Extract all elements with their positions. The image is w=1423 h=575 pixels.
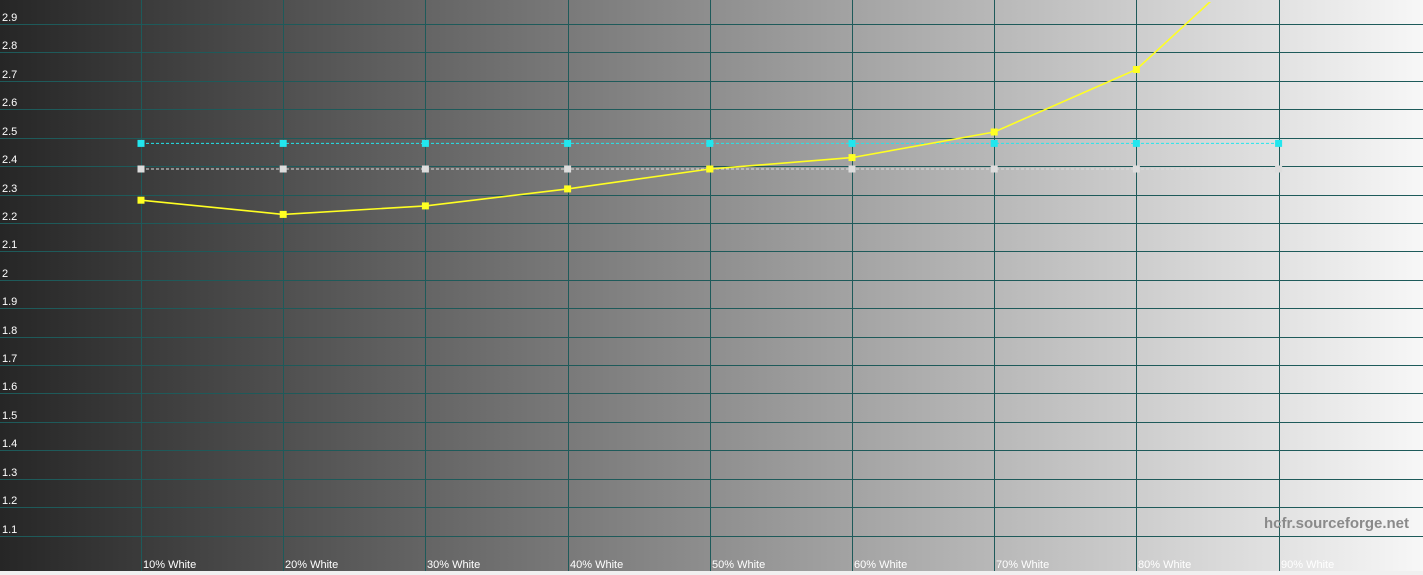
x-category-label: 20% White xyxy=(285,559,338,571)
data-point xyxy=(279,210,287,218)
data-point xyxy=(137,165,145,173)
y-tick-label: 2.4 xyxy=(2,154,17,166)
data-point xyxy=(279,139,287,147)
y-tick-label: 2.2 xyxy=(2,211,17,223)
data-point xyxy=(421,165,429,173)
data-point xyxy=(564,185,572,193)
x-category-label: 90% White xyxy=(1281,559,1334,571)
y-tick-label: 1.3 xyxy=(2,467,17,479)
data-point xyxy=(564,139,572,147)
data-point xyxy=(279,165,287,173)
data-point xyxy=(564,165,572,173)
data-point xyxy=(1275,139,1283,147)
data-point xyxy=(421,139,429,147)
y-tick-label: 1.5 xyxy=(2,410,17,422)
y-tick-label: 2 xyxy=(2,268,8,280)
x-category-label: 40% White xyxy=(570,559,623,571)
y-tick-label: 1.9 xyxy=(2,296,17,308)
x-category-label: 50% White xyxy=(712,559,765,571)
data-point xyxy=(706,165,714,173)
y-tick-label: 2.5 xyxy=(2,126,17,138)
y-tick-label: 2.8 xyxy=(2,40,17,52)
watermark: hcfr.sourceforge.net xyxy=(1264,515,1409,532)
data-point xyxy=(1132,139,1140,147)
x-category-label: 10% White xyxy=(143,559,196,571)
data-point xyxy=(990,165,998,173)
data-point xyxy=(848,165,856,173)
data-point xyxy=(1132,66,1140,73)
plot-background xyxy=(0,0,1423,575)
data-point xyxy=(1132,165,1140,173)
y-tick-label: 2.3 xyxy=(2,183,17,195)
data-point xyxy=(848,139,856,147)
y-tick-label: 1.7 xyxy=(2,353,17,365)
x-category-label: 60% White xyxy=(854,559,907,571)
x-category-label: 70% White xyxy=(996,559,1049,571)
data-point xyxy=(137,196,145,204)
x-category-label: 80% White xyxy=(1138,559,1191,571)
y-tick-label: 2.6 xyxy=(2,97,17,109)
y-tick-label: 1.1 xyxy=(2,524,17,536)
y-tick-label: 1.2 xyxy=(2,495,17,507)
y-tick-label: 1.6 xyxy=(2,381,17,393)
data-point xyxy=(706,139,714,147)
y-tick-label: 1.8 xyxy=(2,325,17,337)
gamma-chart: 2.9 2.8 2.7 2.6 2.5 2.4 2.3 2.2 2.1 2 1.9 1.8 1.7 1.6… xyxy=(0,0,1423,575)
y-tick-label: 1.4 xyxy=(2,438,17,450)
chart-svg: 2.9 2.8 2.7 2.6 2.5 2.4 2.3 2.2 2.1 2 1.9 1.8 1.7 1.6… xyxy=(0,0,1423,575)
x-axis-labels: 10% White 20% White 30% White 40% White 50% … xyxy=(143,559,1334,571)
x-category-label: 30% White xyxy=(427,559,480,571)
y-tick-label: 2.7 xyxy=(2,69,17,81)
bottom-border xyxy=(0,571,1423,575)
data-point xyxy=(421,202,429,210)
data-point xyxy=(1275,165,1283,173)
data-point xyxy=(990,128,998,136)
data-point xyxy=(990,139,998,147)
data-point xyxy=(848,154,856,162)
y-tick-label: 2.9 xyxy=(2,12,17,24)
y-tick-label: 2.1 xyxy=(2,239,17,251)
data-point xyxy=(137,139,145,147)
